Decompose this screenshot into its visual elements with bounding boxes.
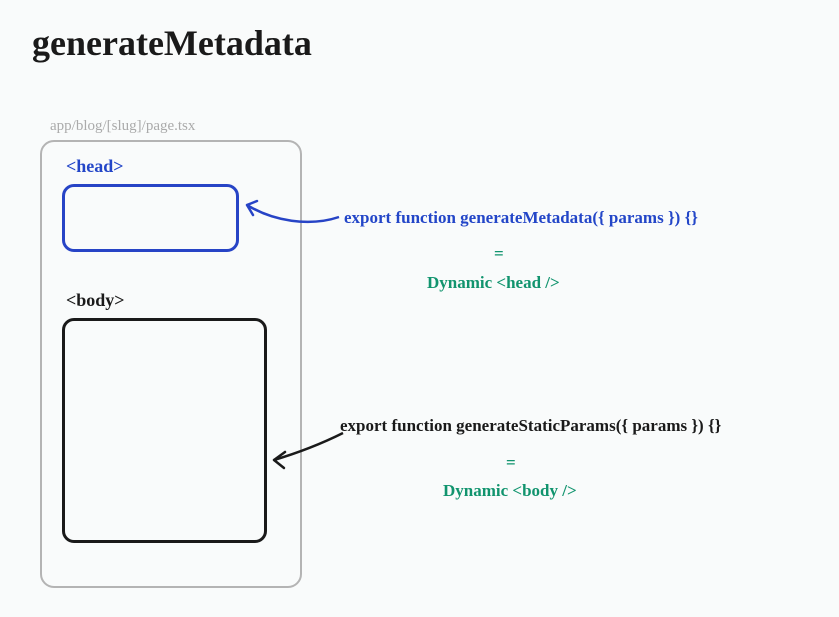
equals-sign-2: = (506, 453, 516, 473)
arrow-to-head-icon (239, 195, 345, 231)
arrow-to-body-icon (267, 430, 352, 476)
file-path-label: app/blog/[slug]/page.tsx (50, 118, 195, 135)
head-box (62, 184, 239, 252)
head-tag-label: <head> (66, 156, 124, 177)
body-box (62, 318, 267, 543)
dynamic-head-label: Dynamic <head /> (427, 273, 560, 293)
body-tag-label: <body> (66, 290, 125, 311)
generate-static-params-function: export function generateStaticParams({ p… (340, 416, 721, 436)
generate-metadata-function: export function generateMetadata({ param… (344, 208, 698, 228)
equals-sign-1: = (494, 244, 504, 264)
dynamic-body-label: Dynamic <body /> (443, 481, 577, 501)
page-title: generateMetadata (32, 22, 312, 64)
